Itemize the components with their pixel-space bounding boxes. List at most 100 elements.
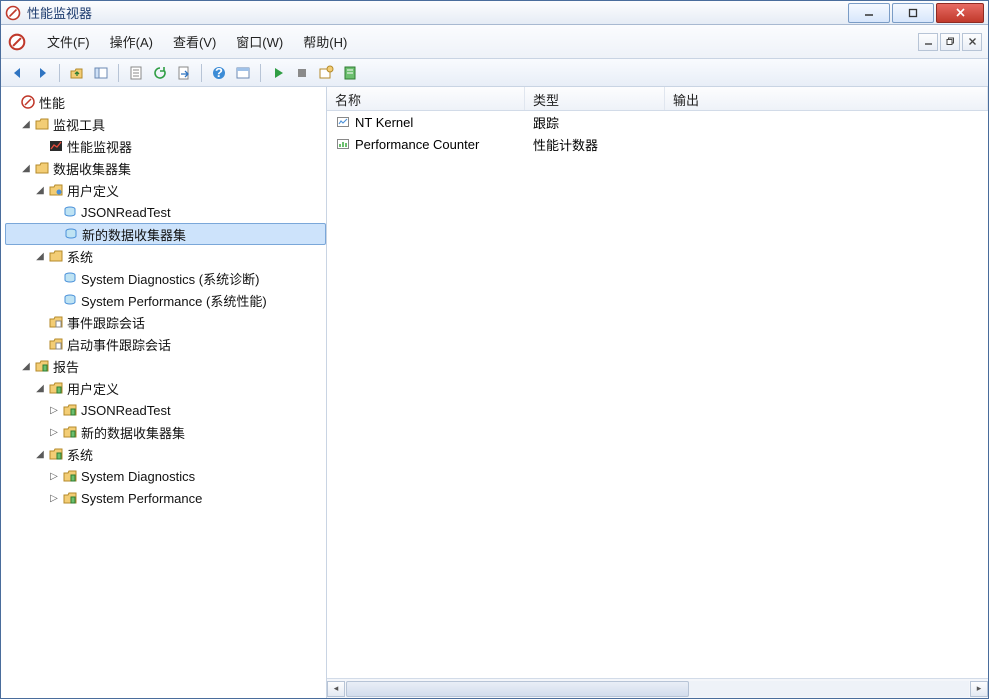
collector-icon <box>62 226 80 242</box>
menu-action[interactable]: 操作(A) <box>100 28 163 55</box>
menu-bar: 文件(F) 操作(A) 查看(V) 窗口(W) 帮助(H) <box>1 25 988 59</box>
tree-label: System Performance <box>81 491 202 506</box>
expander-collapse-icon[interactable]: ◢ <box>19 361 33 372</box>
expander-collapse-icon[interactable]: ◢ <box>33 251 47 262</box>
tree-node-report-new-dcs[interactable]: ▷ 新的数据收集器集 <box>5 421 326 443</box>
column-header-name[interactable]: 名称 <box>327 87 525 110</box>
column-header-output[interactable]: 输出 <box>665 87 988 110</box>
report-folder-icon <box>33 358 51 374</box>
tree-node-report-system-performance[interactable]: ▷ System Performance <box>5 487 326 509</box>
separator-icon <box>260 64 261 82</box>
separator-icon <box>118 64 119 82</box>
expander-expand-icon[interactable]: ▷ <box>47 405 61 416</box>
tree-node-root[interactable]: ▶ 性能 <box>5 91 326 113</box>
show-hide-tree-button[interactable] <box>90 62 112 84</box>
minimize-button[interactable] <box>848 3 890 23</box>
tree-label: 启动事件跟踪会话 <box>67 335 171 354</box>
app-icon <box>5 5 21 21</box>
forward-button[interactable] <box>31 62 53 84</box>
tree-node-performance-monitor[interactable]: 性能监视器 <box>5 135 326 157</box>
close-button[interactable] <box>936 3 984 23</box>
folder-icon <box>33 116 51 132</box>
tree-label: 监视工具 <box>53 115 105 134</box>
tree-label: 数据收集器集 <box>53 159 131 178</box>
expander-expand-icon[interactable]: ▷ <box>47 471 61 482</box>
list-row[interactable]: NT Kernel 跟踪 <box>327 111 988 133</box>
tree-node-report-json-read-test[interactable]: ▷ JSONReadTest <box>5 399 326 421</box>
expander-expand-icon[interactable]: ▷ <box>47 493 61 504</box>
tree-node-system[interactable]: ◢ 系统 <box>5 245 326 267</box>
expander-collapse-icon[interactable]: ◢ <box>33 185 47 196</box>
main-split: ▶ 性能 ◢ 监视工具 <box>1 87 988 698</box>
back-button[interactable] <box>7 62 29 84</box>
cell-name: Performance Counter <box>355 137 479 152</box>
counter-icon <box>335 136 351 152</box>
tree-label: 报告 <box>53 357 79 376</box>
scroll-right-icon[interactable]: ▸ <box>970 681 988 697</box>
separator-icon <box>59 64 60 82</box>
tree-label: 性能 <box>39 93 65 112</box>
svg-text:?: ? <box>215 65 223 80</box>
export-button[interactable] <box>173 62 195 84</box>
menu-help[interactable]: 帮助(H) <box>293 28 357 55</box>
trace-icon <box>335 114 351 130</box>
app-icon <box>7 32 27 52</box>
new-window-button[interactable] <box>315 62 337 84</box>
maximize-button[interactable] <box>892 3 934 23</box>
tree-node-user-defined[interactable]: ◢ 用户定义 <box>5 179 326 201</box>
tree-label: 用户定义 <box>67 181 119 200</box>
expander-collapse-icon[interactable]: ◢ <box>19 163 33 174</box>
folder-doc-icon <box>47 336 65 352</box>
report-folder-icon <box>61 468 79 484</box>
report-folder-icon <box>61 490 79 506</box>
list-body[interactable]: NT Kernel 跟踪 Performance Counter 性能计数器 <box>327 111 988 678</box>
refresh-button[interactable] <box>149 62 171 84</box>
help-button[interactable]: ? <box>208 62 230 84</box>
tree-node-data-collector-sets[interactable]: ◢ 数据收集器集 <box>5 157 326 179</box>
expander-collapse-icon[interactable]: ◢ <box>19 119 33 130</box>
tree-label: 用户定义 <box>67 379 119 398</box>
mdi-minimize-button[interactable] <box>918 33 938 51</box>
column-header-type[interactable]: 类型 <box>525 87 665 110</box>
tree-node-system-diagnostics[interactable]: System Diagnostics (系统诊断) <box>5 267 326 289</box>
report-folder-icon <box>61 424 79 440</box>
app-window: 性能监视器 文件(F) 操作(A) 查看(V) 窗口(W) 帮助(H) <box>0 0 989 699</box>
tree-node-reports-system[interactable]: ◢ 系统 <box>5 443 326 465</box>
tree-node-monitoring-tools[interactable]: ◢ 监视工具 <box>5 113 326 135</box>
tree-node-reports-user-defined[interactable]: ◢ 用户定义 <box>5 377 326 399</box>
menu-window[interactable]: 窗口(W) <box>226 28 293 55</box>
tree-node-report-system-diagnostics[interactable]: ▷ System Diagnostics <box>5 465 326 487</box>
tree-node-event-trace-sessions[interactable]: 事件跟踪会话 <box>5 311 326 333</box>
folder-icon <box>47 248 65 264</box>
list-row[interactable]: Performance Counter 性能计数器 <box>327 133 988 155</box>
scroll-thumb[interactable] <box>346 681 689 697</box>
mdi-close-button[interactable] <box>962 33 982 51</box>
tree-node-json-read-test[interactable]: JSONReadTest <box>5 201 326 223</box>
tree-node-startup-event-trace[interactable]: 启动事件跟踪会话 <box>5 333 326 355</box>
tree-label: 性能监视器 <box>67 137 132 156</box>
mdi-restore-button[interactable] <box>940 33 960 51</box>
stop-button[interactable] <box>291 62 313 84</box>
menu-file[interactable]: 文件(F) <box>37 28 100 55</box>
expander-collapse-icon[interactable]: ◢ <box>33 383 47 394</box>
folder-doc-icon <box>47 314 65 330</box>
tree-pane[interactable]: ▶ 性能 ◢ 监视工具 <box>1 87 327 698</box>
report-folder-icon <box>47 446 65 462</box>
tree-node-reports[interactable]: ◢ 报告 <box>5 355 326 377</box>
scroll-track[interactable] <box>346 681 969 697</box>
window-title: 性能监视器 <box>27 3 846 22</box>
up-folder-button[interactable] <box>66 62 88 84</box>
view-data-button[interactable] <box>339 62 361 84</box>
tree-node-system-performance[interactable]: System Performance (系统性能) <box>5 289 326 311</box>
scroll-left-icon[interactable]: ◂ <box>327 681 345 697</box>
view-log-button[interactable] <box>232 62 254 84</box>
report-folder-icon <box>47 380 65 396</box>
tree-label: JSONReadTest <box>81 205 171 220</box>
horizontal-scrollbar[interactable]: ◂ ▸ <box>327 678 988 698</box>
properties-button[interactable] <box>125 62 147 84</box>
expander-expand-icon[interactable]: ▷ <box>47 427 61 438</box>
tree-node-new-dcs[interactable]: 新的数据收集器集 <box>5 223 326 245</box>
start-button[interactable] <box>267 62 289 84</box>
menu-view[interactable]: 查看(V) <box>163 28 226 55</box>
expander-collapse-icon[interactable]: ◢ <box>33 449 47 460</box>
